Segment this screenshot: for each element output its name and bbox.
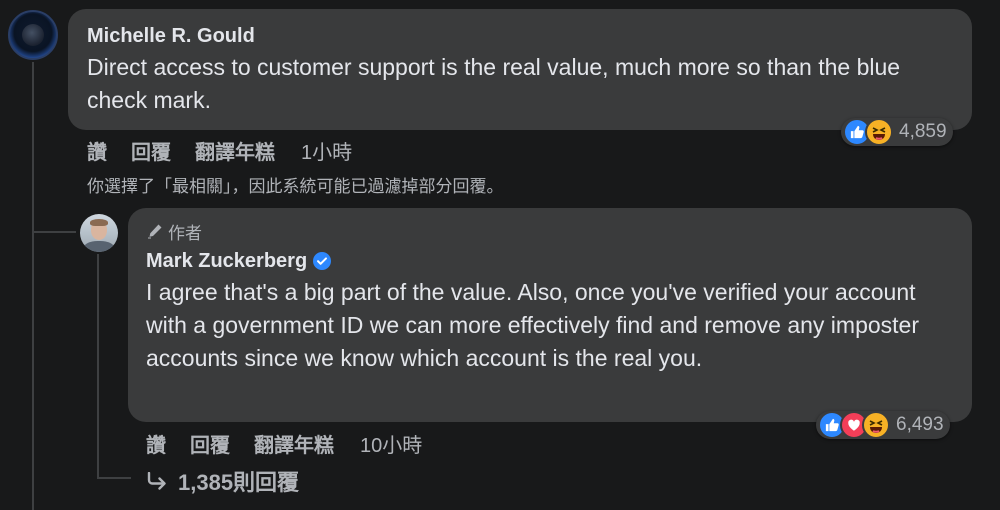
reply-button[interactable]: 回覆 — [190, 429, 230, 458]
reply-timestamp[interactable]: 10小時 — [360, 429, 422, 458]
comment-reaction-count: 4,859 — [899, 121, 947, 142]
translate-button[interactable]: 翻譯年糕 — [195, 136, 275, 165]
pencil-icon — [148, 224, 162, 239]
like-button[interactable]: 讚 — [146, 429, 166, 458]
comment-bubble: Michelle R. Gould Direct access to custo… — [68, 9, 972, 130]
comment-timestamp[interactable]: 1小時 — [301, 136, 352, 165]
reply-text: I agree that's a big part of the value. … — [146, 279, 919, 371]
more-replies-label: 1,385則回覆 — [178, 470, 300, 495]
haha-icon — [865, 118, 893, 146]
reply-author-name[interactable]: Mark Zuckerberg — [146, 248, 307, 274]
thread-line-replies — [97, 254, 99, 478]
comment-reactions[interactable]: 4,859 — [841, 118, 953, 146]
like-button[interactable]: 讚 — [87, 136, 107, 165]
haha-icon — [862, 411, 890, 439]
comment-text: Direct access to customer support is the… — [87, 54, 901, 113]
thread-line-replies-end — [97, 477, 131, 479]
reply-reaction-count: 6,493 — [896, 414, 944, 435]
view-more-replies-button[interactable]: 1,385則回覆 — [146, 465, 299, 497]
comment-actions: 讚 回覆 翻譯年糕 1小時 — [87, 136, 352, 165]
reply-button[interactable]: 回覆 — [131, 136, 171, 165]
verified-badge-icon — [313, 252, 332, 270]
thread-line-main — [32, 62, 34, 510]
avatar-michelle[interactable] — [8, 10, 58, 60]
thread-line-branch — [32, 231, 76, 233]
filter-notice: 你選擇了「最相關」，因此系統可能已過濾掉部分回覆。 — [87, 177, 504, 196]
translate-button[interactable]: 翻譯年糕 — [254, 429, 334, 458]
reply-actions: 讚 回覆 翻譯年糕 10小時 — [146, 429, 422, 458]
avatar-mark[interactable] — [80, 214, 118, 252]
author-badge-label: 作者 — [168, 223, 202, 243]
reply-bubble: 作者 Mark Zuckerberg I agree that's a big … — [128, 208, 972, 422]
author-badge: 作者 — [146, 220, 954, 243]
reply-arrow-icon — [147, 472, 166, 490]
comment-author-name[interactable]: Michelle R. Gould — [87, 23, 952, 49]
reply-reactions[interactable]: 6,493 — [816, 411, 950, 439]
